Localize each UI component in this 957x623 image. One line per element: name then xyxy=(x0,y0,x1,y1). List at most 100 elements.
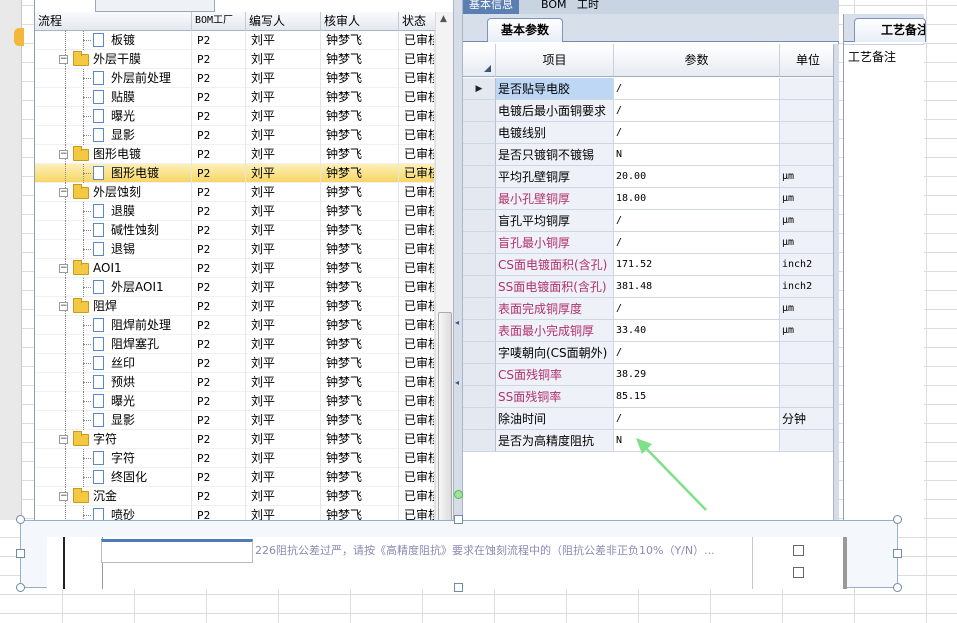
row-header[interactable]: ▶ xyxy=(463,78,496,100)
embedded-cell[interactable] xyxy=(101,539,253,563)
selection-handle[interactable] xyxy=(454,515,463,524)
confirm-checkbox[interactable] xyxy=(793,545,804,556)
selection-handle[interactable] xyxy=(893,549,902,558)
collapse-icon[interactable]: − xyxy=(59,435,68,444)
tree-row[interactable]: 外层AOI1 P2 刘平 钟梦飞 已审核 xyxy=(35,278,435,297)
header-flow[interactable]: 流程 xyxy=(35,12,192,31)
row-header[interactable] xyxy=(463,100,496,122)
param-row[interactable]: 平均孔壁铜厚 20.00 μm xyxy=(463,166,837,188)
selection-handle[interactable] xyxy=(893,515,902,524)
row-header[interactable] xyxy=(463,210,496,232)
tree-row[interactable]: 终固化 P2 刘平 钟梦飞 已审核 xyxy=(35,468,435,487)
tab-basic-params[interactable]: 基本参数 xyxy=(487,18,563,42)
param-value-cell[interactable]: / xyxy=(614,78,780,100)
param-row[interactable]: 电镀线别 / xyxy=(463,122,837,144)
param-row[interactable]: 盲孔最小铜厚 / μm xyxy=(463,232,837,254)
collapse-icon[interactable]: − xyxy=(59,188,68,197)
tab-basic-info[interactable]: 基本信息 xyxy=(463,0,519,14)
tree-folder-row[interactable]: − 图形电镀 P2 刘平 钟梦飞 已审核 xyxy=(35,145,435,164)
param-row[interactable]: 最小孔壁铜厚 18.00 μm xyxy=(463,188,837,210)
tree-row[interactable]: 碱性蚀刻 P2 刘平 钟梦飞 已审核 xyxy=(35,221,435,240)
param-row[interactable]: SS面残铜率 85.15 xyxy=(463,386,837,408)
param-row[interactable]: 电镀后最小面铜要求 / xyxy=(463,100,837,122)
tab-process-notes[interactable]: 工艺备注 xyxy=(854,18,926,42)
param-value-cell[interactable]: / xyxy=(614,210,780,232)
row-header[interactable] xyxy=(463,320,496,342)
param-value-cell[interactable]: N xyxy=(614,144,780,166)
param-value-cell[interactable]: / xyxy=(614,342,780,364)
tree-row[interactable]: 丝印 P2 刘平 钟梦飞 已审核 xyxy=(35,354,435,373)
tree-row[interactable]: 贴膜 P2 刘平 钟梦飞 已审核 xyxy=(35,88,435,107)
row-header[interactable] xyxy=(463,430,496,452)
tree-scrollbar[interactable]: ▲ xyxy=(435,12,453,520)
row-header[interactable] xyxy=(463,298,496,320)
param-row[interactable]: CS面残铜率 38.29 xyxy=(463,364,837,386)
tree-row[interactable]: 外层前处理 P2 刘平 钟梦飞 已审核 xyxy=(35,69,435,88)
collapse-icon[interactable]: − xyxy=(59,264,68,273)
selection-handle[interactable] xyxy=(16,583,25,592)
tree-row[interactable]: 喷砂 P2 刘平 钟梦飞 已审核 xyxy=(35,506,435,520)
header-writer[interactable]: 编写人 xyxy=(246,12,321,31)
selection-handle[interactable] xyxy=(893,583,902,592)
tree-row[interactable]: 阻焊前处理 P2 刘平 钟梦飞 已审核 xyxy=(35,316,435,335)
right-splitter[interactable] xyxy=(833,44,839,520)
side-tab[interactable] xyxy=(14,28,24,46)
param-value-cell[interactable]: / xyxy=(614,408,780,430)
header-param[interactable]: 参数 xyxy=(614,44,780,77)
tree-folder-row[interactable]: − 外层干膜 P2 刘平 钟梦飞 已审核 xyxy=(35,50,435,69)
tree-scroll-thumb[interactable] xyxy=(438,312,452,520)
param-value-cell[interactable]: 38.29 xyxy=(614,364,780,386)
header-unit[interactable]: 单位 xyxy=(780,44,837,77)
tree-row[interactable]: 显影 P2 刘平 钟梦飞 已审核 xyxy=(35,411,435,430)
confirm-checkbox-2[interactable] xyxy=(793,567,804,578)
tab-bom[interactable]: BOM xyxy=(535,0,573,14)
param-row[interactable]: 除油时间 / 分钟 xyxy=(463,408,837,430)
row-header[interactable] xyxy=(463,276,496,298)
param-value-cell[interactable]: 20.00 xyxy=(614,166,780,188)
tree-row[interactable]: 曝光 P2 刘平 钟梦飞 已审核 xyxy=(35,107,435,126)
row-header[interactable] xyxy=(463,364,496,386)
tree-row[interactable]: 显影 P2 刘平 钟梦飞 已审核 xyxy=(35,126,435,145)
row-header[interactable] xyxy=(463,254,496,276)
row-header[interactable] xyxy=(463,408,496,430)
param-row[interactable]: SS面电镀面积(含孔) 381.48 inch2 xyxy=(463,276,837,298)
tree-folder-row[interactable]: − AOI1 P2 刘平 钟梦飞 已审核 xyxy=(35,259,435,278)
param-row[interactable]: 盲孔平均铜厚 / μm xyxy=(463,210,837,232)
selection-handle[interactable] xyxy=(454,583,463,592)
row-header[interactable] xyxy=(463,386,496,408)
header-status[interactable]: 状态 xyxy=(399,12,437,31)
notes-body[interactable] xyxy=(844,44,924,520)
collapse-icon[interactable]: − xyxy=(59,302,68,311)
tree-folder-row[interactable]: − 沉金 P2 刘平 钟梦飞 已审核 xyxy=(35,487,435,506)
embedded-scrollbar[interactable] xyxy=(843,537,847,589)
tree-row[interactable]: 退膜 P2 刘平 钟梦飞 已审核 xyxy=(35,202,435,221)
row-header[interactable] xyxy=(463,122,496,144)
row-header[interactable] xyxy=(463,342,496,364)
tree-folder-row[interactable]: − 阻焊 P2 刘平 钟梦飞 已审核 xyxy=(35,297,435,316)
splitter-arrow-icon[interactable]: ◂ xyxy=(455,378,459,387)
header-item[interactable]: 项目 xyxy=(496,44,614,77)
tree-row[interactable]: 图形电镀 P2 刘平 钟梦飞 已审核 xyxy=(35,164,435,183)
tree-folder-row[interactable]: − 字符 P2 刘平 钟梦飞 已审核 xyxy=(35,430,435,449)
param-value-cell[interactable]: / xyxy=(614,122,780,144)
panel-splitter[interactable]: ◂ ◂ xyxy=(453,0,463,520)
splitter-arrow-icon[interactable]: ◂ xyxy=(455,318,459,327)
param-row[interactable]: CS面电镀面积(含孔) 171.52 inch2 xyxy=(463,254,837,276)
param-value-cell[interactable]: 171.52 xyxy=(614,254,780,276)
row-header[interactable] xyxy=(463,188,496,210)
row-header[interactable] xyxy=(463,232,496,254)
param-row[interactable]: 表面最小完成铜厚 33.40 μm xyxy=(463,320,837,342)
param-value-cell[interactable]: / xyxy=(614,232,780,254)
param-row[interactable]: 是否只镀铜不镀锡 N xyxy=(463,144,837,166)
header-bom[interactable]: BOM工厂 xyxy=(192,12,246,31)
selection-handle[interactable] xyxy=(16,515,25,524)
tree-folder-row[interactable]: − 外层蚀刻 P2 刘平 钟梦飞 已审核 xyxy=(35,183,435,202)
resize-handle[interactable] xyxy=(454,490,463,499)
param-row[interactable]: 字唛朝向(CS面朝外) / xyxy=(463,342,837,364)
scroll-up-arrow-icon[interactable]: ▲ xyxy=(440,14,447,24)
header-reviewer[interactable]: 核审人 xyxy=(321,12,399,31)
tree-row[interactable]: 曝光 P2 刘平 钟梦飞 已审核 xyxy=(35,392,435,411)
param-value-cell[interactable]: 18.00 xyxy=(614,188,780,210)
collapse-icon[interactable]: − xyxy=(59,55,68,64)
collapse-icon[interactable]: − xyxy=(59,492,68,501)
